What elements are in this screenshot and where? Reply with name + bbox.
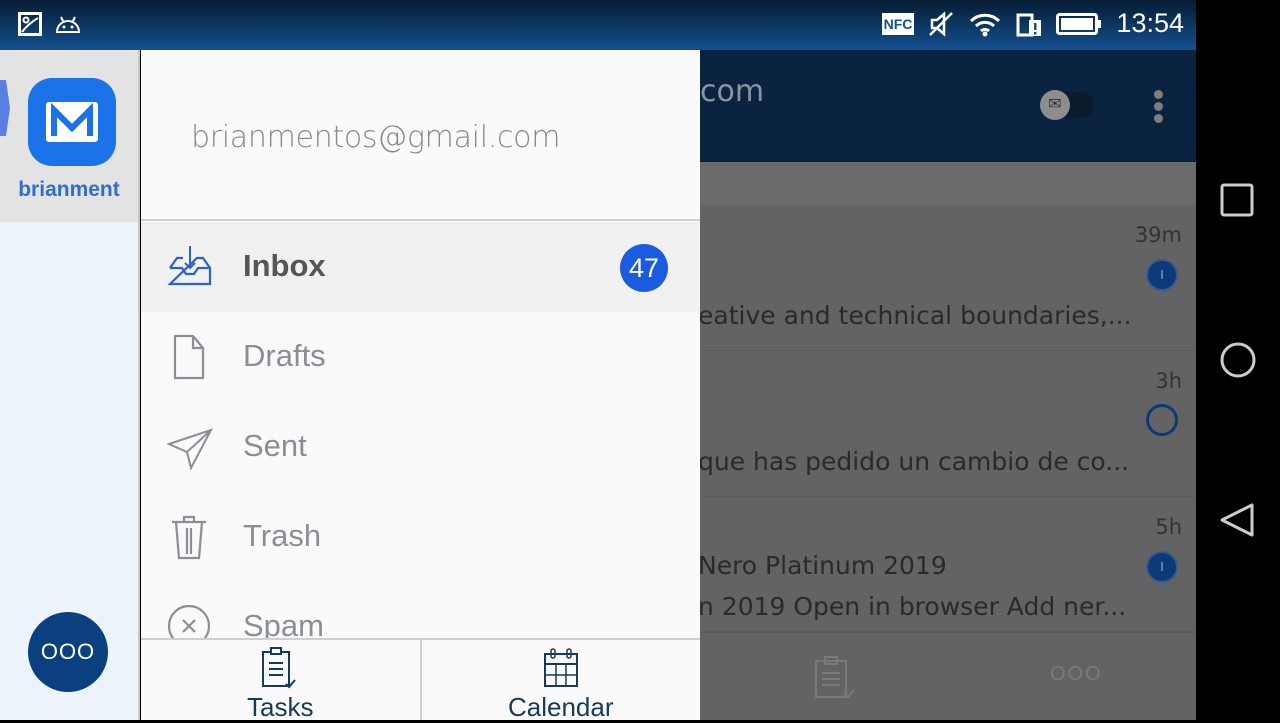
nfc-icon: NFC xyxy=(881,12,915,35)
trash-icon xyxy=(172,515,206,560)
folder-trash[interactable]: Trash xyxy=(141,492,700,582)
tab-tasks[interactable]: Tasks xyxy=(141,640,420,722)
drawer-header: brianmentos@gmail.com xyxy=(141,50,700,221)
focus-toggle[interactable]: ✉ xyxy=(1040,90,1094,120)
folder-label: Drafts xyxy=(243,338,326,373)
tab-label: Calendar xyxy=(507,692,614,722)
folder-label: Sent xyxy=(243,428,307,463)
folder-inbox[interactable]: Inbox 47 xyxy=(141,222,700,312)
folder-label: Spam xyxy=(243,608,324,638)
send-icon xyxy=(167,428,213,470)
mute-icon xyxy=(929,10,954,37)
folder-drafts[interactable]: Drafts xyxy=(141,312,700,402)
message-time: 39m xyxy=(1134,223,1182,247)
battery-icon xyxy=(1056,12,1102,35)
unread-count-badge: 47 xyxy=(620,244,668,292)
inbox-background: com ✉ 39m I eative and technical boundar… xyxy=(698,50,1196,720)
sim-alert-icon xyxy=(1016,13,1042,36)
account-email: brianmentos@gmail.com xyxy=(191,120,561,155)
message-snippet: que has pedido un cambio de co... xyxy=(698,447,1130,476)
message-time: 5h xyxy=(1155,515,1182,539)
message-row[interactable]: 39m I eative and technical boundaries,..… xyxy=(698,205,1196,351)
more-accounts-button[interactable]: OOO xyxy=(28,612,108,692)
clock: 13:54 xyxy=(1116,8,1184,38)
recents-button[interactable] xyxy=(1218,180,1258,220)
tab-calendar[interactable]: Calendar xyxy=(419,640,701,722)
mail-app-logo xyxy=(28,78,116,166)
home-button[interactable] xyxy=(1218,340,1258,380)
message-row[interactable]: 3h que has pedido un cambio de co... xyxy=(698,351,1196,497)
message-snippet: n 2019 Open in browser Add ner... xyxy=(698,592,1127,621)
app-bar: com ✉ xyxy=(700,50,1196,162)
inbox-icon xyxy=(167,246,212,286)
overflow-menu-icon[interactable] xyxy=(1154,90,1164,126)
tasks-icon xyxy=(262,647,297,689)
system-nav-bar xyxy=(1196,0,1280,720)
message-row[interactable]: 5h I Nero Platinum 2019 n 2019 Open in b… xyxy=(698,497,1196,632)
folder-label: Trash xyxy=(243,518,322,553)
folder-spam[interactable]: Spam xyxy=(141,582,700,638)
tab-label: Tasks xyxy=(247,692,314,722)
folder-label: Inbox xyxy=(243,248,326,283)
section-header xyxy=(700,162,1196,205)
message-snippet: eative and technical boundaries,... xyxy=(698,301,1132,330)
account-title: com xyxy=(700,74,765,109)
account-rail: brianment OOO xyxy=(0,50,140,720)
avatar: I xyxy=(1146,259,1178,291)
bottom-bar: OOO xyxy=(700,632,1196,720)
gallery-icon xyxy=(18,12,42,36)
wifi-icon xyxy=(970,13,1001,36)
folder-drawer: brianmentos@gmail.com Inbox 47 Drafts Se… xyxy=(141,50,701,722)
message-time: 3h xyxy=(1155,369,1182,393)
back-button[interactable] xyxy=(1218,500,1258,540)
calendar-icon xyxy=(543,648,578,687)
tasks-icon[interactable] xyxy=(812,655,858,701)
status-bar: NFC 13:54 xyxy=(0,0,1196,50)
android-icon xyxy=(55,16,81,33)
folder-sent[interactable]: Sent xyxy=(141,402,700,492)
spam-icon xyxy=(167,604,211,638)
draft-icon xyxy=(173,334,205,380)
more-button[interactable]: OOO xyxy=(1050,663,1103,686)
selected-indicator xyxy=(0,80,10,136)
account-name: brianment xyxy=(18,178,120,201)
account-switcher-item[interactable]: brianment xyxy=(0,50,138,222)
avatar xyxy=(1146,404,1178,436)
envelope-icon: ✉ xyxy=(1040,90,1070,120)
message-subject: Nero Platinum 2019 xyxy=(698,551,947,580)
drawer-bottom-tabs: Tasks Calendar xyxy=(141,638,701,722)
avatar: I xyxy=(1146,551,1178,583)
